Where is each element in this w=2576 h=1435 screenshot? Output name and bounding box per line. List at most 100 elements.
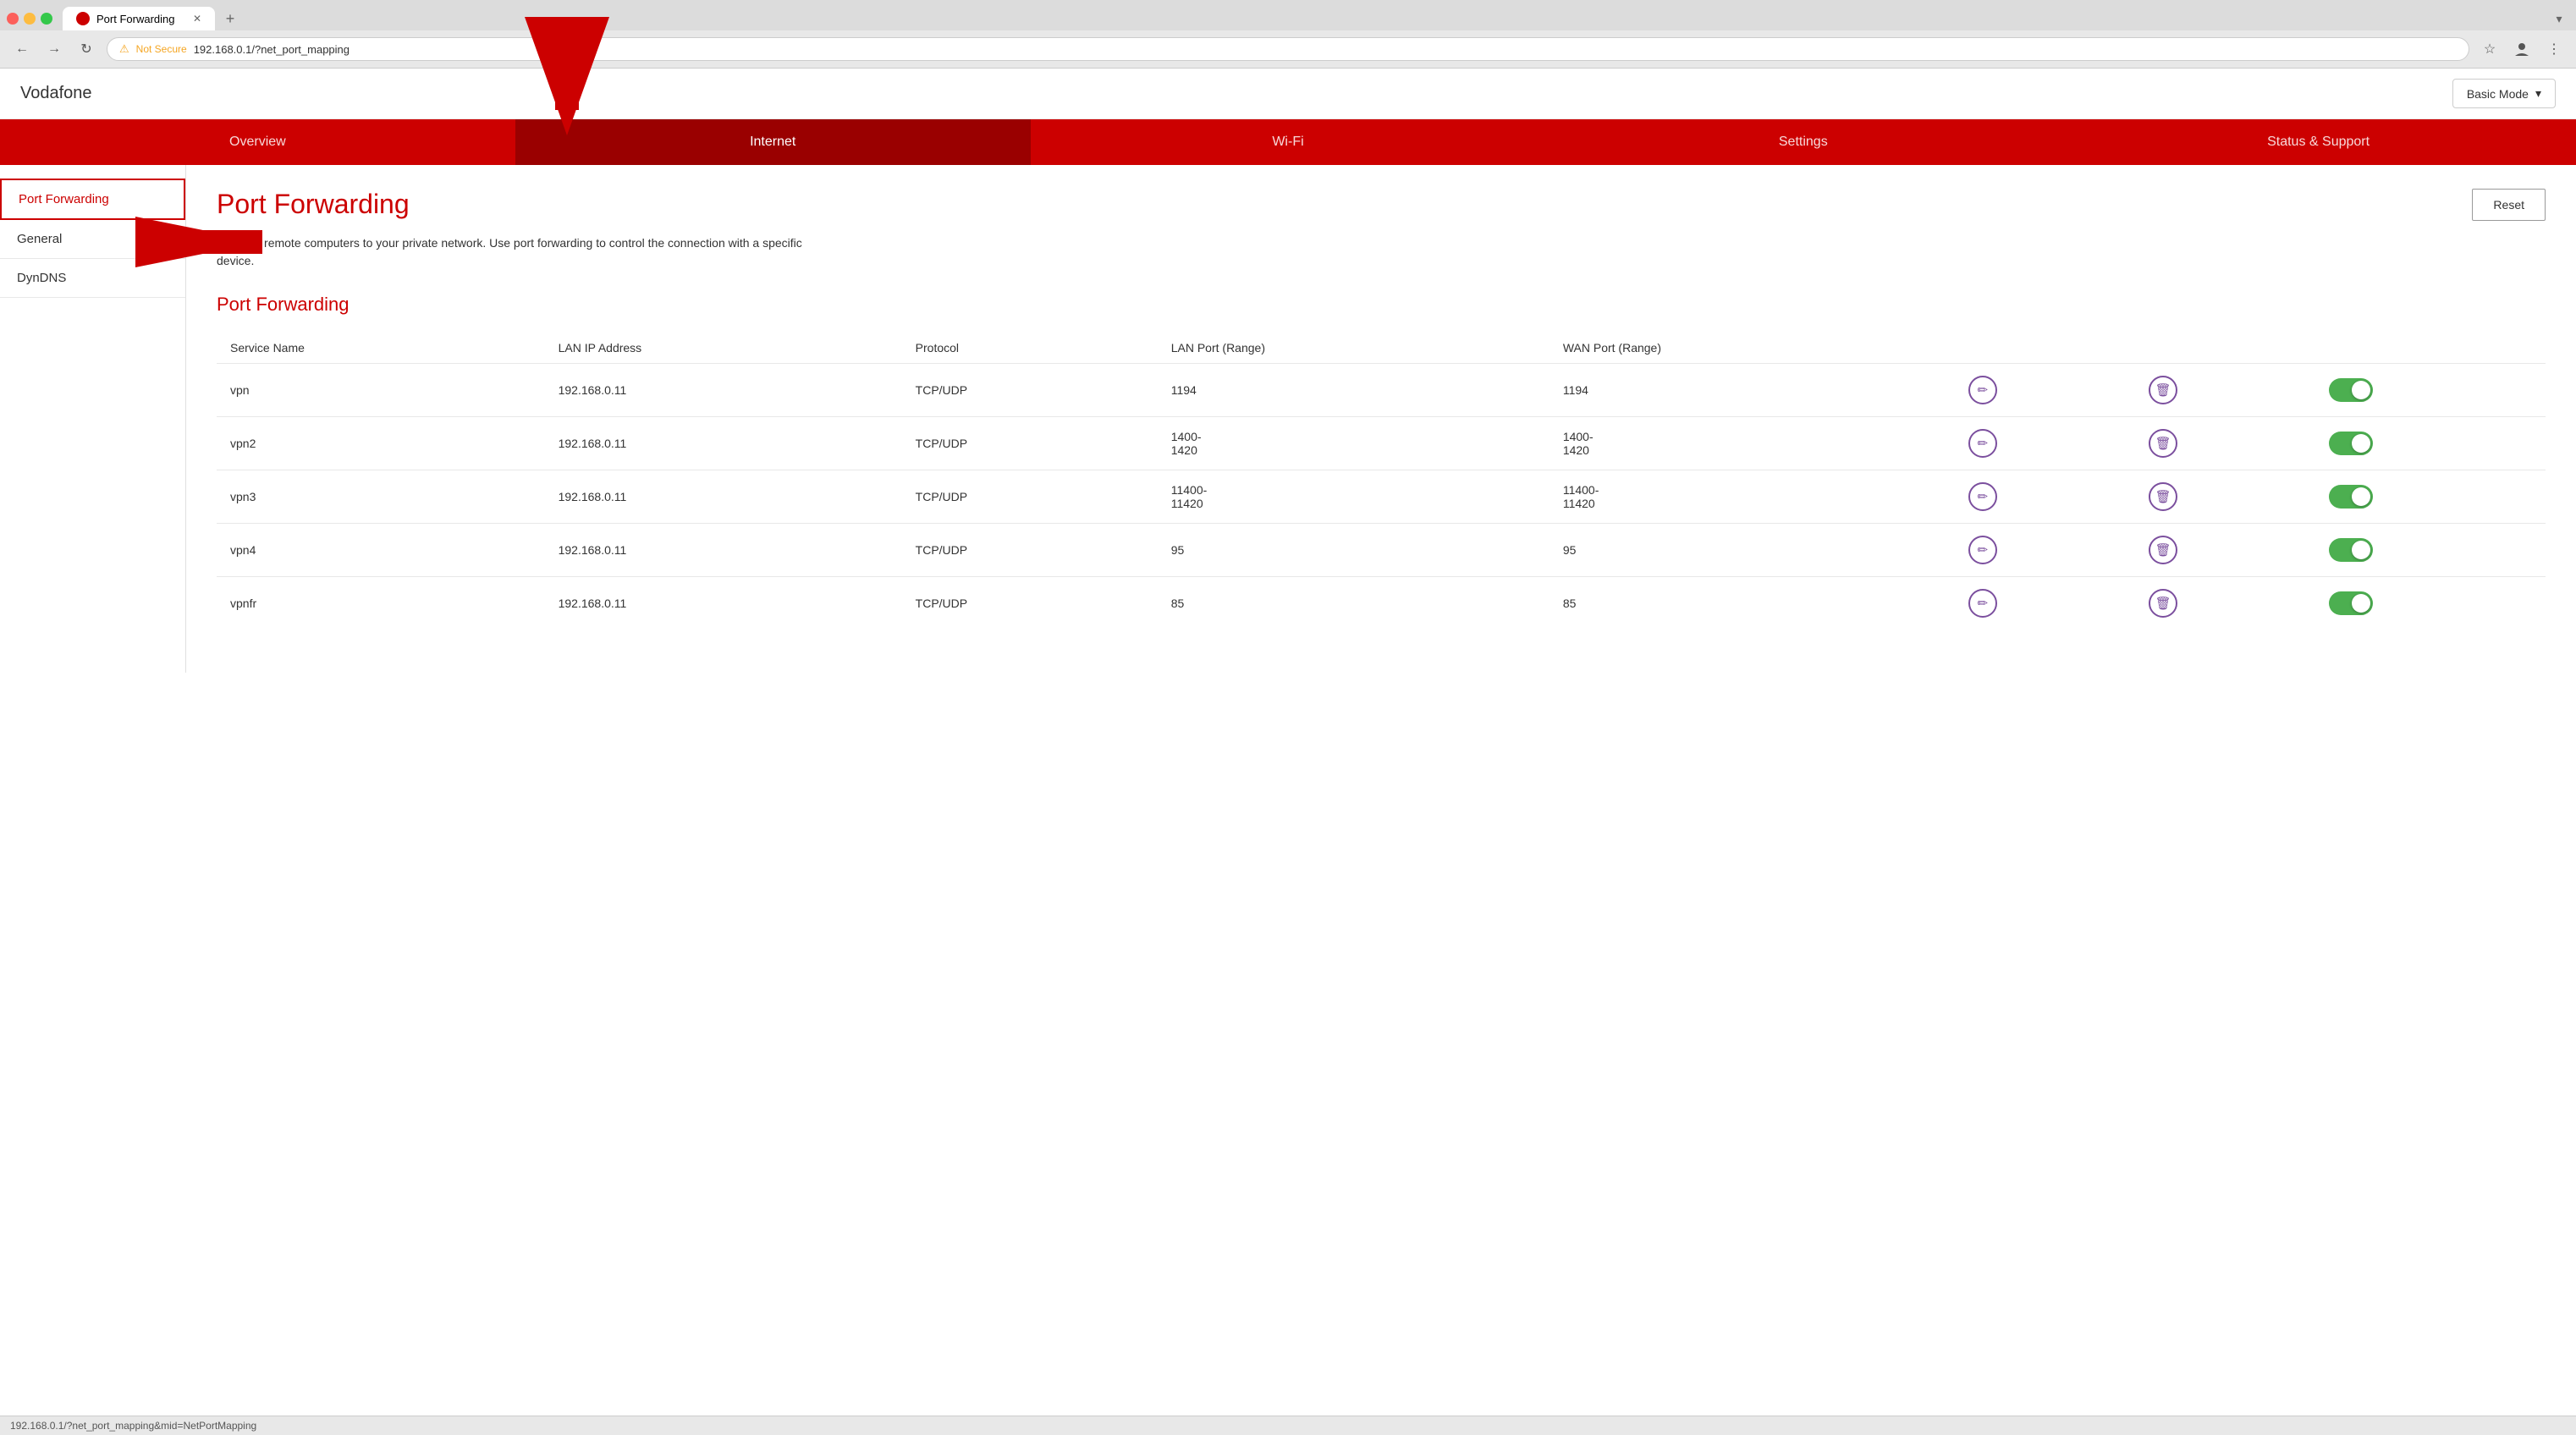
toggle-row-1[interactable]: [2329, 432, 2373, 455]
toggle-row-4[interactable]: [2329, 591, 2373, 615]
browser-menu-button[interactable]: ⋮: [2542, 37, 2566, 61]
security-icon: ⚠: [119, 42, 129, 56]
delete-button-row-2[interactable]: 🗑: [2149, 482, 2177, 511]
edit-button-row-2[interactable]: ✏: [1968, 482, 1997, 511]
cell-protocol: TCP/UDP: [902, 470, 1158, 524]
browser-tab[interactable]: Port Forwarding ✕: [63, 7, 215, 30]
cell-lan-ip: 192.168.0.11: [545, 524, 902, 577]
cell-wan-port: 85: [1549, 577, 1955, 630]
cell-protocol: TCP/UDP: [902, 364, 1158, 417]
mode-label: Basic Mode: [2467, 87, 2529, 101]
cell-lan-port: 95: [1158, 524, 1549, 577]
edit-button-row-1[interactable]: ✏: [1968, 429, 1997, 458]
page-description: Connect remote computers to your private…: [217, 234, 809, 270]
new-tab-button[interactable]: +: [218, 7, 242, 30]
tab-settings[interactable]: Settings: [1545, 119, 2061, 165]
toggle-row-3[interactable]: [2329, 538, 2373, 562]
delete-button-row-1[interactable]: 🗑: [2149, 429, 2177, 458]
cell-lan-port: 85: [1158, 577, 1549, 630]
edit-button-row-3[interactable]: ✏: [1968, 536, 1997, 564]
col-toggle: [2315, 333, 2546, 364]
tab-overview[interactable]: Overview: [0, 119, 515, 165]
table-row: vpnfr 192.168.0.11 TCP/UDP 85 85 ✏ 🗑: [217, 577, 2546, 630]
cell-edit-action: ✏: [1955, 364, 2135, 417]
window-maximize-btn[interactable]: [41, 13, 52, 25]
col-delete: [2135, 333, 2315, 364]
edit-button-row-0[interactable]: ✏: [1968, 376, 1997, 404]
address-bar[interactable]: ⚠ Not Secure 192.168.0.1/?net_port_mappi…: [107, 37, 2469, 61]
toggle-knob: [2352, 594, 2370, 613]
toggle-knob: [2352, 541, 2370, 559]
cell-service-name: vpnfr: [217, 577, 545, 630]
cell-lan-port: 1194: [1158, 364, 1549, 417]
tab-internet[interactable]: Internet: [515, 119, 1031, 165]
cell-lan-ip: 192.168.0.11: [545, 417, 902, 470]
tab-wifi[interactable]: Wi-Fi: [1031, 119, 1546, 165]
cell-lan-port: 1400- 1420: [1158, 417, 1549, 470]
cell-toggle-action: [2315, 364, 2546, 417]
table-row: vpn 192.168.0.11 TCP/UDP 1194 1194 ✏ 🗑: [217, 364, 2546, 417]
cell-service-name: vpn4: [217, 524, 545, 577]
col-edit: [1955, 333, 2135, 364]
cell-wan-port: 1400- 1420: [1549, 417, 1955, 470]
window-minimize-btn[interactable]: [24, 13, 36, 25]
tab-close-icon[interactable]: ✕: [193, 13, 201, 25]
tab-more-button[interactable]: ▾: [2549, 8, 2569, 29]
delete-button-row-4[interactable]: 🗑: [2149, 589, 2177, 618]
cell-wan-port: 95: [1549, 524, 1955, 577]
col-protocol: Protocol: [902, 333, 1158, 364]
toggle-row-0[interactable]: [2329, 378, 2373, 402]
table-row: vpn3 192.168.0.11 TCP/UDP 11400- 11420 1…: [217, 470, 2546, 524]
cell-toggle-action: [2315, 470, 2546, 524]
sidebar-item-port-forwarding[interactable]: Port Forwarding: [0, 179, 185, 220]
cell-delete-action: 🗑: [2135, 524, 2315, 577]
cell-edit-action: ✏: [1955, 470, 2135, 524]
col-service-name: Service Name: [217, 333, 545, 364]
cell-wan-port: 1194: [1549, 364, 1955, 417]
window-close-btn[interactable]: [7, 13, 19, 25]
tab-status-support[interactable]: Status & Support: [2061, 119, 2576, 165]
col-wan-port: WAN Port (Range): [1549, 333, 1955, 364]
toggle-knob: [2352, 487, 2370, 506]
mode-chevron-icon: ▾: [2535, 86, 2541, 101]
cell-wan-port: 11400- 11420: [1549, 470, 1955, 524]
cell-toggle-action: [2315, 524, 2546, 577]
cell-protocol: TCP/UDP: [902, 524, 1158, 577]
status-url: 192.168.0.1/?net_port_mapping&mid=NetPor…: [10, 1420, 256, 1432]
cell-toggle-action: [2315, 417, 2546, 470]
forward-button[interactable]: →: [42, 37, 66, 61]
col-lan-port: LAN Port (Range): [1158, 333, 1549, 364]
delete-button-row-0[interactable]: 🗑: [2149, 376, 2177, 404]
profile-button[interactable]: [2510, 37, 2534, 61]
cell-lan-ip: 192.168.0.11: [545, 364, 902, 417]
toggle-row-2[interactable]: [2329, 485, 2373, 509]
cell-delete-action: 🗑: [2135, 577, 2315, 630]
status-bar: 192.168.0.1/?net_port_mapping&mid=NetPor…: [0, 1416, 2576, 1435]
refresh-button[interactable]: ↻: [74, 37, 98, 61]
cell-service-name: vpn2: [217, 417, 545, 470]
cell-protocol: TCP/UDP: [902, 417, 1158, 470]
mode-selector[interactable]: Basic Mode ▾: [2452, 79, 2556, 108]
sidebar-item-general[interactable]: General: [0, 220, 185, 259]
brand-name: Vodafone: [20, 84, 92, 103]
not-secure-label: Not Secure: [136, 43, 187, 55]
cell-service-name: vpn3: [217, 470, 545, 524]
cell-edit-action: ✏: [1955, 577, 2135, 630]
toggle-knob: [2352, 381, 2370, 399]
cell-lan-ip: 192.168.0.11: [545, 470, 902, 524]
table-row: vpn2 192.168.0.11 TCP/UDP 1400- 1420 140…: [217, 417, 2546, 470]
cell-toggle-action: [2315, 577, 2546, 630]
tab-title: Port Forwarding: [96, 13, 174, 25]
back-button[interactable]: ←: [10, 37, 34, 61]
bookmark-button[interactable]: ☆: [2478, 37, 2502, 61]
sidebar: Port Forwarding General DynDNS: [0, 165, 186, 673]
sidebar-item-dyndns[interactable]: DynDNS: [0, 259, 185, 298]
content-area: Port Forwarding Reset Connect remote com…: [186, 165, 2576, 673]
table-row: vpn4 192.168.0.11 TCP/UDP 95 95 ✏ 🗑: [217, 524, 2546, 577]
delete-button-row-3[interactable]: 🗑: [2149, 536, 2177, 564]
edit-button-row-4[interactable]: ✏: [1968, 589, 1997, 618]
cell-edit-action: ✏: [1955, 524, 2135, 577]
cell-edit-action: ✏: [1955, 417, 2135, 470]
cell-lan-port: 11400- 11420: [1158, 470, 1549, 524]
reset-button[interactable]: Reset: [2472, 189, 2546, 221]
